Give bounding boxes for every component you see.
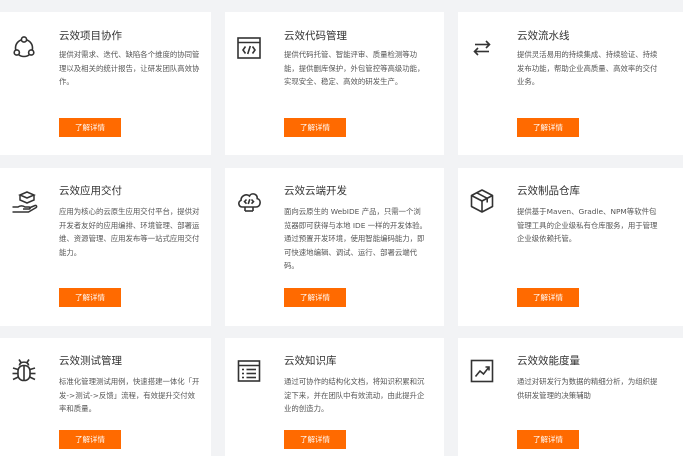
card-description: 提供对需求、迭代、缺陷各个维度的协同管理以及相关的统计报告，让研发团队高效协作。 <box>59 50 200 86</box>
learn-more-button[interactable]: 了解详情 <box>59 118 121 137</box>
learn-more-button[interactable]: 了解详情 <box>284 288 346 307</box>
learn-more-button[interactable]: 了解详情 <box>517 288 579 307</box>
product-card: 云效代码管理提供代码托管、智能评审、质量检测等功能，提供删库保护，外包管控等高级… <box>225 12 444 155</box>
product-card: 云效应用交付应用为核心的云原生应用交付平台，提供对开发者友好的应用编排、环境管理… <box>0 168 211 326</box>
card-description: 面向云原生的 WebIDE 产品，只需一个浏览器即可获得与本地 IDE 一样的开… <box>284 207 427 270</box>
card-title: 云效代码管理 <box>284 30 347 42</box>
pipeline-icon <box>467 33 497 63</box>
product-card: 云效效能度量通过对研发行为数据的精细分析，为组织提供研发管理的决策辅助了解详情 <box>458 338 683 456</box>
card-description: 提供基于Maven、Gradle、NPM等软件包管理工具的企业级私有仓库服务，用… <box>517 207 658 243</box>
learn-more-button[interactable]: 了解详情 <box>59 288 121 307</box>
card-description: 通过对研发行为数据的精细分析，为组织提供研发管理的决策辅助 <box>517 377 658 400</box>
product-card: 云效云端开发面向云原生的 WebIDE 产品，只需一个浏览器即可获得与本地 ID… <box>225 168 444 326</box>
card-description: 标准化管理测试用例，快速搭建一体化「开发->测试->反馈」流程，有效提升交付效率… <box>59 377 200 413</box>
project-collaboration-icon <box>9 33 39 63</box>
learn-more-button[interactable]: 了解详情 <box>284 430 346 449</box>
card-title: 云效云端开发 <box>284 185 347 197</box>
product-card: 云效知识库通过可协作的结构化文档，将知识积累和沉淀下来，并在团队中有效流动，由此… <box>225 338 444 456</box>
card-description: 通过可协作的结构化文档，将知识积累和沉淀下来，并在团队中有效流动，由此提升企业的… <box>284 377 425 413</box>
product-card: 云效项目协作提供对需求、迭代、缺陷各个维度的协同管理以及相关的统计报告，让研发团… <box>0 12 211 155</box>
learn-more-button[interactable]: 了解详情 <box>517 118 579 137</box>
product-card: 云效测试管理标准化管理测试用例，快速搭建一体化「开发->测试->反馈」流程，有效… <box>0 338 211 456</box>
card-title: 云效流水线 <box>517 30 570 42</box>
card-title: 云效制品仓库 <box>517 185 580 197</box>
card-title: 云效应用交付 <box>59 185 122 197</box>
learn-more-button[interactable]: 了解详情 <box>517 430 579 449</box>
learn-more-button[interactable]: 了解详情 <box>284 118 346 137</box>
card-description: 提供代码托管、智能评审、质量检测等功能，提供删库保护，外包管控等高级功能，实现安… <box>284 50 425 86</box>
performance-metrics-icon <box>467 356 497 386</box>
card-title: 云效项目协作 <box>59 30 122 42</box>
knowledge-base-icon <box>234 356 264 386</box>
cloud-development-icon <box>234 186 264 216</box>
card-title: 云效测试管理 <box>59 355 122 367</box>
card-title: 云效效能度量 <box>517 355 580 367</box>
product-card: 云效制品仓库提供基于Maven、Gradle、NPM等软件包管理工具的企业级私有… <box>458 168 683 326</box>
learn-more-button[interactable]: 了解详情 <box>59 430 121 449</box>
test-management-icon <box>9 356 39 386</box>
card-title: 云效知识库 <box>284 355 337 367</box>
code-management-icon <box>234 33 264 63</box>
app-delivery-icon <box>9 186 39 216</box>
card-description: 应用为核心的云原生应用交付平台，提供对开发者友好的应用编排、环境管理、部署运维、… <box>59 207 200 257</box>
card-description: 提供灵活易用的持续集成、持续验证、持续发布功能，帮助企业高质量、高效率的交付业务… <box>517 50 658 86</box>
artifact-repository-icon <box>467 186 497 216</box>
product-card: 云效流水线提供灵活易用的持续集成、持续验证、持续发布功能，帮助企业高质量、高效率… <box>458 12 683 155</box>
